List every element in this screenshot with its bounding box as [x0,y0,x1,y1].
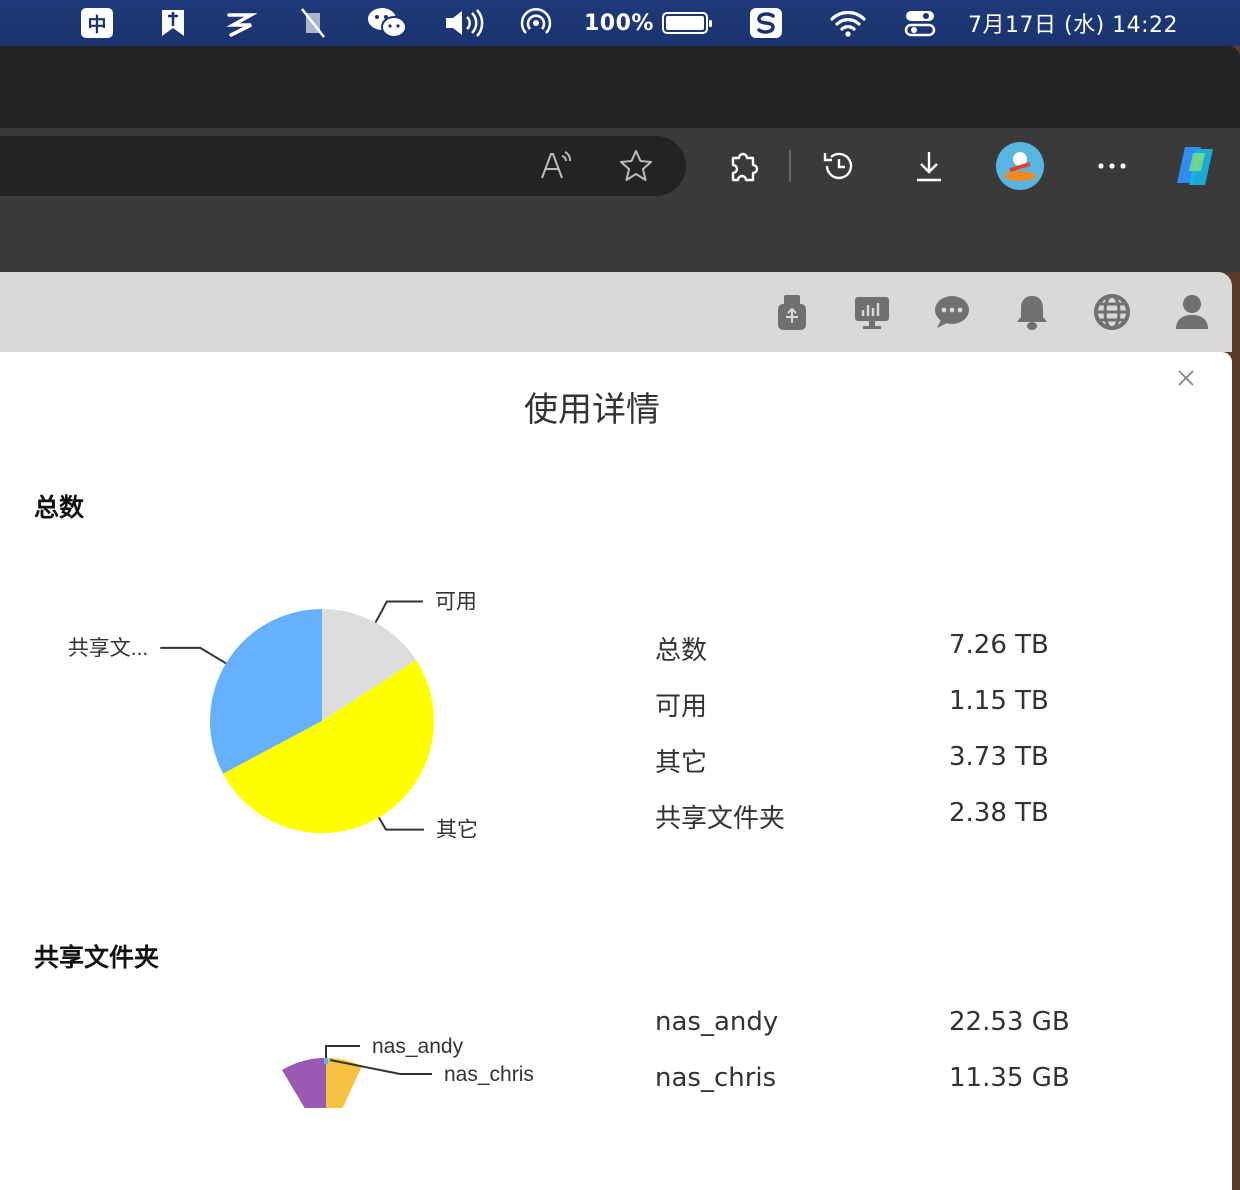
pie-label: 其它 [436,819,478,842]
pie-label-line [160,646,227,665]
stat-value: 2.38 TB [949,798,1049,828]
stat-value: 1.15 TB [949,686,1049,716]
ime-label: 中 [81,8,113,38]
battery-percent: 100% [584,10,654,36]
stat-row-nas-chris: nas_chris 11.35 GB [655,1063,1175,1103]
clock[interactable]: 7月17日 (水) 14:22 [968,0,1208,46]
stat-label: 共享文件夹 [655,804,786,834]
modal-title: 使用详情 [524,390,660,430]
stat-value: 11.35 GB [949,1063,1070,1093]
bell-icon[interactable] [1012,292,1052,332]
toolbar-separator [789,150,791,182]
more-menu-icon[interactable] [1092,146,1132,186]
extensions-icon[interactable] [722,146,764,186]
stat-row-shared-folder: 共享文件夹 2.38 TB [655,798,1175,838]
download-icon[interactable] [908,146,950,186]
stat-label: 其它 [655,748,708,778]
battery-indicator[interactable]: 100% [584,0,713,46]
globe-icon[interactable] [1092,292,1132,332]
menu-bar: 中 100% 7月17日 (水) 14:22 [0,0,1240,46]
stat-row-nas-andy: nas_andy 22.53 GB [655,1007,1175,1047]
address-bar[interactable] [0,136,686,196]
sogou-icon[interactable] [748,0,784,46]
pie-label-line [377,816,424,831]
usb-icon[interactable] [772,292,812,332]
pie-label-line [325,1045,360,1058]
stat-label: nas_chris [655,1063,777,1093]
total-usage-pie-chart: 可用其它 共享文... [68,590,478,842]
pie-label: 可用 [435,590,477,613]
read-aloud-icon[interactable] [536,148,576,184]
pie-label: nas_chris [444,1063,534,1086]
volume-icon[interactable] [442,0,486,46]
control-center-icon[interactable] [900,0,940,46]
wifi-icon[interactable] [828,0,868,46]
favorite-star-icon[interactable] [616,146,656,186]
copilot-icon[interactable] [1170,142,1222,190]
profile-avatar-icon[interactable] [996,142,1044,190]
browser-tab-strip [0,46,1240,128]
browser-lower-bar [0,206,1240,272]
pie-slice[interactable] [282,1058,326,1108]
stat-row-total: 总数 7.26 TB [655,630,1175,670]
close-icon[interactable] [1174,366,1198,390]
pie-slice[interactable] [324,1058,328,1064]
datetime-label: 7月17日 (水) 14:22 [968,13,1179,38]
script-app-icon[interactable] [224,0,258,46]
stat-label: 总数 [655,636,708,666]
user-icon[interactable] [1172,292,1212,332]
stat-label: nas_andy [655,1007,779,1037]
history-icon[interactable] [818,146,860,186]
shared-folders-pie-chart: nas_andy nas_chris [282,1035,534,1108]
mute-bell-icon[interactable] [296,0,330,46]
stat-label: 可用 [655,692,708,722]
section-title-shared-folders: 共享文件夹 [34,943,160,972]
pie-label: nas_andy [372,1035,464,1058]
wechat-icon[interactable] [366,0,410,46]
battery-icon [661,12,713,34]
usage-details-modal: 使用详情 总数 可用其它 共享文... 总数 7.26 TB 可用 1.15 TB… [0,352,1232,1190]
stat-value: 3.73 TB [949,742,1049,772]
stat-row-other: 其它 3.73 TB [655,742,1175,782]
pie-label-line [374,600,423,624]
pie-label: 共享文... [68,637,149,660]
bookmark-app-icon[interactable] [156,0,190,46]
stat-row-available: 可用 1.15 TB [655,686,1175,726]
stat-value: 22.53 GB [949,1007,1070,1037]
chat-icon[interactable] [932,292,972,332]
stat-value: 7.26 TB [949,630,1049,660]
monitor-icon[interactable] [852,292,892,332]
ime-icon[interactable]: 中 [80,0,114,46]
section-title-total: 总数 [34,493,85,522]
airdrop-icon[interactable] [516,0,556,46]
